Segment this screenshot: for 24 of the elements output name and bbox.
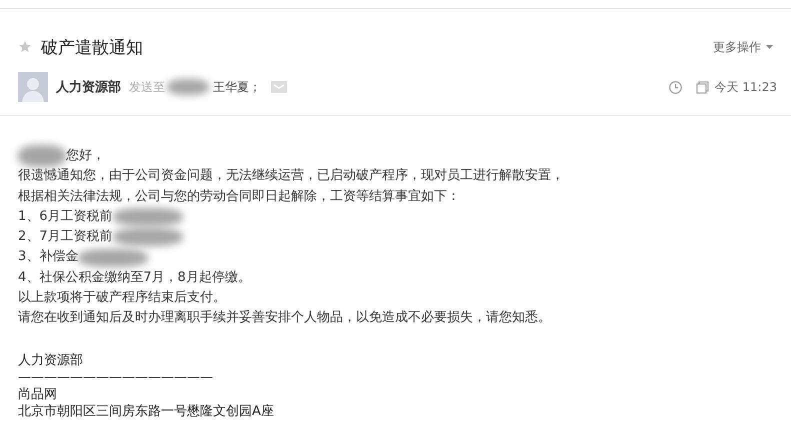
more-actions-menu[interactable]: 更多操作 bbox=[713, 38, 773, 56]
signature-line: ——————————————— bbox=[18, 370, 213, 385]
signature-line: 北京市朝阳区三间房东路一号懋隆文创园A座 bbox=[18, 404, 274, 419]
body-line: 您好， bbox=[66, 147, 105, 165]
sent-time: 今天 11:23 bbox=[714, 78, 777, 96]
sent-to-label: 发送至 bbox=[129, 78, 165, 96]
body-line: 很遗憾通知您，由于公司资金问题，无法继续运营，已启动破产程序，现对员工进行解散安置， bbox=[18, 167, 564, 186]
body-line: 4、社保公积金缴纳至7月，8月起停缴。 bbox=[18, 268, 251, 287]
recipient-name[interactable]: 王华夏； bbox=[213, 78, 261, 96]
clock-icon[interactable] bbox=[668, 80, 682, 94]
signature-line: 人力资源部 bbox=[18, 352, 83, 368]
body-line: 根据相关法律法规，公司与您的劳动合同即日起解除，工资等结算事宜如下： bbox=[18, 188, 460, 206]
body-line: 以上款项将于破产程序结束后支付。 bbox=[18, 289, 226, 308]
star-icon[interactable] bbox=[18, 40, 32, 54]
body-line: 3、补偿金 bbox=[18, 248, 78, 266]
body-line: 1、6月工资税前 bbox=[18, 208, 113, 226]
body-line: 请您在收到通知后及时办理离职手续并妥善安排个人物品，以免造成不必要损失，请您知悉。 bbox=[18, 309, 551, 328]
new-window-icon[interactable] bbox=[696, 80, 709, 94]
avatar-icon bbox=[18, 72, 48, 102]
sender-name[interactable]: 人力资源部 bbox=[56, 78, 121, 96]
signature-line: 尚品网 bbox=[18, 386, 57, 402]
email-subject: 破产遣散通知 bbox=[41, 36, 144, 58]
caret-icon[interactable] bbox=[766, 45, 773, 49]
body-line: 2、7月工资税前 bbox=[18, 228, 113, 246]
